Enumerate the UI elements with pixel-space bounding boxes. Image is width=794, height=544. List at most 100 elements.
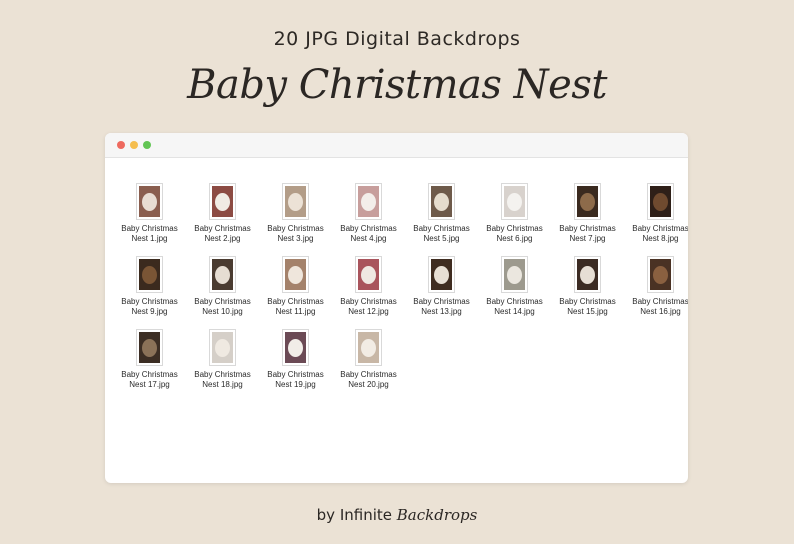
file-name-line2: Nest 18.jpg (202, 380, 243, 389)
file-name: Baby Christmas Nest 9.jpg (113, 297, 186, 317)
image-file-icon (501, 256, 528, 293)
image-file-icon (136, 256, 163, 293)
file-name: Baby Christmas Nest 18.jpg (186, 370, 259, 390)
file-name: Baby Christmas Nest 4.jpg (332, 224, 405, 244)
file-name: Baby Christmas Nest 7.jpg (551, 224, 624, 244)
minimize-window-button[interactable] (130, 141, 138, 149)
file-item[interactable]: Baby Christmas Nest 13.jpg (405, 256, 478, 317)
file-name: Baby Christmas Nest 5.jpg (405, 224, 478, 244)
file-name-line2: Nest 10.jpg (202, 307, 243, 316)
page-title: Baby Christmas Nest (187, 62, 607, 108)
subtitle: 20 JPG Digital Backdrops (273, 28, 521, 50)
file-item[interactable]: Baby Christmas Nest 15.jpg (551, 256, 624, 317)
window-titlebar (105, 133, 688, 158)
file-item[interactable]: Baby Christmas Nest 20.jpg (332, 329, 405, 390)
file-name-line2: Nest 6.jpg (496, 234, 533, 243)
image-file-icon (501, 183, 528, 220)
file-item[interactable]: Baby Christmas Nest 18.jpg (186, 329, 259, 390)
file-name: Baby Christmas Nest 15.jpg (551, 297, 624, 317)
file-name-line2: Nest 3.jpg (277, 234, 314, 243)
file-name: Baby Christmas Nest 6.jpg (478, 224, 551, 244)
file-name-line1: Baby Christmas (486, 224, 543, 233)
file-name: Baby Christmas Nest 10.jpg (186, 297, 259, 317)
image-file-icon (355, 329, 382, 366)
file-name-line1: Baby Christmas (194, 297, 251, 306)
file-item[interactable]: Baby Christmas Nest 3.jpg (259, 183, 332, 244)
file-item[interactable]: Baby Christmas Nest 12.jpg (332, 256, 405, 317)
file-item[interactable]: Baby Christmas Nest 2.jpg (186, 183, 259, 244)
image-file-icon (282, 329, 309, 366)
file-name: Baby Christmas Nest 20.jpg (332, 370, 405, 390)
file-item[interactable]: Baby Christmas Nest 17.jpg (113, 329, 186, 390)
file-name-line1: Baby Christmas (559, 224, 616, 233)
image-file-icon (428, 256, 455, 293)
file-name-line1: Baby Christmas (486, 297, 543, 306)
file-name-line1: Baby Christmas (267, 224, 324, 233)
file-name: Baby Christmas Nest 8.jpg (624, 224, 688, 244)
file-name-line1: Baby Christmas (121, 370, 178, 379)
file-name-line1: Baby Christmas (632, 224, 688, 233)
file-name-line1: Baby Christmas (413, 224, 470, 233)
file-item[interactable]: Baby Christmas Nest 10.jpg (186, 256, 259, 317)
byline-text: by Infinite (316, 506, 392, 524)
file-item[interactable]: Baby Christmas Nest 6.jpg (478, 183, 551, 244)
file-name-line1: Baby Christmas (340, 370, 397, 379)
file-name-line1: Baby Christmas (340, 224, 397, 233)
file-item[interactable]: Baby Christmas Nest 14.jpg (478, 256, 551, 317)
file-name-line1: Baby Christmas (194, 224, 251, 233)
file-name: Baby Christmas Nest 2.jpg (186, 224, 259, 244)
file-name-line2: Nest 16.jpg (640, 307, 681, 316)
image-file-icon (647, 256, 674, 293)
file-item[interactable]: Baby Christmas Nest 5.jpg (405, 183, 478, 244)
image-file-icon (647, 183, 674, 220)
file-name-line1: Baby Christmas (632, 297, 688, 306)
file-name: Baby Christmas Nest 14.jpg (478, 297, 551, 317)
file-name-line2: Nest 12.jpg (348, 307, 389, 316)
image-file-icon (355, 183, 382, 220)
file-item[interactable]: Baby Christmas Nest 8.jpg (624, 183, 688, 244)
file-item[interactable]: Baby Christmas Nest 11.jpg (259, 256, 332, 317)
image-file-icon (282, 183, 309, 220)
file-name: Baby Christmas Nest 12.jpg (332, 297, 405, 317)
file-item[interactable]: Baby Christmas Nest 7.jpg (551, 183, 624, 244)
file-name: Baby Christmas Nest 16.jpg (624, 297, 688, 317)
zoom-window-button[interactable] (143, 141, 151, 149)
file-name-line2: Nest 4.jpg (350, 234, 387, 243)
file-name-line2: Nest 13.jpg (421, 307, 462, 316)
file-item[interactable]: Baby Christmas Nest 19.jpg (259, 329, 332, 390)
file-name-line1: Baby Christmas (121, 224, 178, 233)
file-name-line2: Nest 14.jpg (494, 307, 535, 316)
file-name: Baby Christmas Nest 11.jpg (259, 297, 332, 317)
file-item[interactable]: Baby Christmas Nest 16.jpg (624, 256, 688, 317)
file-name-line2: Nest 8.jpg (642, 234, 679, 243)
file-name-line1: Baby Christmas (194, 370, 251, 379)
image-file-icon (428, 183, 455, 220)
image-file-icon (209, 183, 236, 220)
image-file-icon (136, 183, 163, 220)
image-file-icon (574, 256, 601, 293)
close-window-button[interactable] (117, 141, 125, 149)
file-item[interactable]: Baby Christmas Nest 4.jpg (332, 183, 405, 244)
finder-window: Baby Christmas Nest 1.jpg Baby Christmas Ne… (105, 133, 688, 483)
file-name-line2: Nest 7.jpg (569, 234, 606, 243)
image-file-icon (282, 256, 309, 293)
file-name-line2: Nest 17.jpg (129, 380, 170, 389)
file-name: Baby Christmas Nest 19.jpg (259, 370, 332, 390)
image-file-icon (136, 329, 163, 366)
file-name-line1: Baby Christmas (267, 370, 324, 379)
file-name-line2: Nest 11.jpg (275, 307, 316, 316)
file-name-line1: Baby Christmas (267, 297, 324, 306)
image-file-icon (574, 183, 601, 220)
file-name-line1: Baby Christmas (340, 297, 397, 306)
file-name-line2: Nest 15.jpg (567, 307, 608, 316)
brand-name: Backdrops (396, 506, 478, 524)
file-name-line2: Nest 5.jpg (423, 234, 460, 243)
file-name-line1: Baby Christmas (413, 297, 470, 306)
image-file-icon (209, 256, 236, 293)
file-name-line2: Nest 2.jpg (204, 234, 241, 243)
file-name: Baby Christmas Nest 17.jpg (113, 370, 186, 390)
file-name-line2: Nest 20.jpg (348, 380, 389, 389)
file-name-line1: Baby Christmas (559, 297, 616, 306)
file-item[interactable]: Baby Christmas Nest 9.jpg (113, 256, 186, 317)
file-item[interactable]: Baby Christmas Nest 1.jpg (113, 183, 186, 244)
